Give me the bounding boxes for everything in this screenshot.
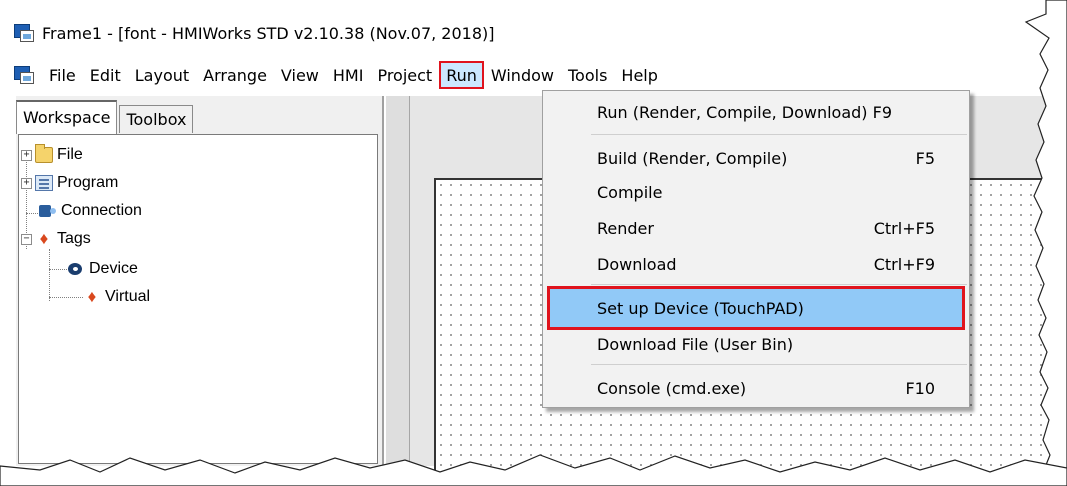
- torn-edge-overlay: [0, 0, 1067, 486]
